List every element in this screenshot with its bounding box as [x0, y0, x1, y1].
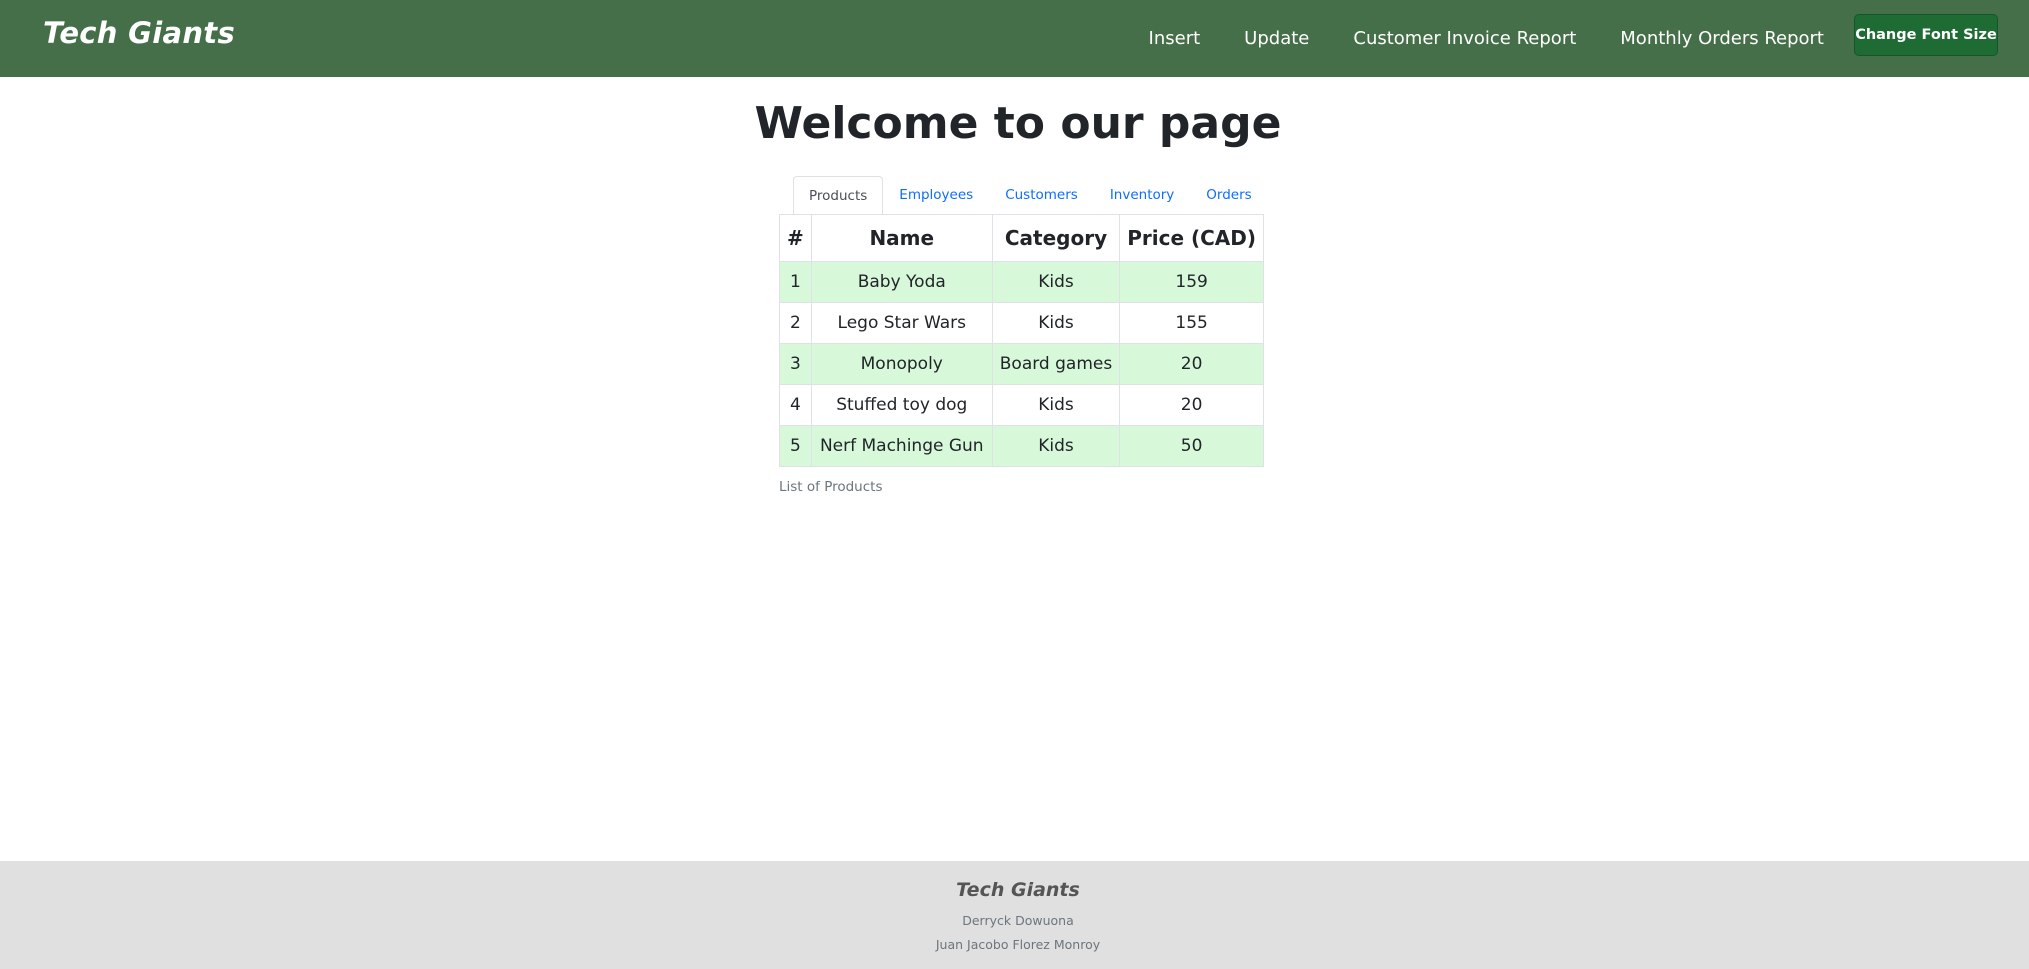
table-row: 5 Nerf Machinge Gun Kids 50 [779, 425, 1265, 467]
table-row: 3 Monopoly Board games 20 [779, 343, 1265, 385]
cell-price: 159 [1119, 261, 1265, 303]
footer-author: Juan Jacobo Florez Monroy [935, 937, 1101, 952]
column-header-number: # [779, 214, 812, 262]
column-header-category: Category [991, 214, 1121, 262]
cell-number: 4 [779, 384, 812, 426]
nav-link-customer-invoice-report[interactable]: Customer Invoice Report [1331, 28, 1598, 49]
nav-link-update[interactable]: Update [1222, 28, 1331, 49]
nav-link-insert[interactable]: Insert [1127, 28, 1223, 49]
navbar: Tech Giants Insert Update Customer Invoi… [0, 0, 2029, 77]
nav-links: Insert Update Customer Invoice Report Mo… [1127, 0, 1846, 77]
cell-name: Baby Yoda [810, 261, 993, 303]
change-font-size-button[interactable]: Change Font Size [1854, 14, 1998, 56]
footer-brand: Tech Giants [956, 879, 1080, 901]
cell-category: Kids [991, 384, 1121, 426]
cell-name: Monopoly [810, 343, 993, 385]
cell-name: Lego Star Wars [810, 302, 993, 344]
table-row: 4 Stuffed toy dog Kids 20 [779, 384, 1265, 426]
page-title: Welcome to our page [754, 98, 1282, 149]
cell-category: Board games [991, 343, 1121, 385]
table-row: 1 Baby Yoda Kids 159 [779, 261, 1265, 303]
cell-category: Kids [991, 261, 1121, 303]
cell-category: Kids [991, 302, 1121, 344]
cell-price: 20 [1119, 343, 1265, 385]
cell-name: Nerf Machinge Gun [810, 425, 993, 467]
cell-number: 2 [779, 302, 812, 344]
table-row: 2 Lego Star Wars Kids 155 [779, 302, 1265, 344]
cell-name: Stuffed toy dog [810, 384, 993, 426]
tab-inventory[interactable]: Inventory [1094, 176, 1190, 213]
tab-bar: Products Employees Customers Inventory O… [793, 176, 1268, 214]
cell-price: 155 [1119, 302, 1265, 344]
tab-employees[interactable]: Employees [883, 176, 989, 213]
cell-number: 5 [779, 425, 812, 467]
tab-orders[interactable]: Orders [1190, 176, 1267, 213]
nav-link-monthly-orders-report[interactable]: Monthly Orders Report [1598, 28, 1846, 49]
table-header-row: # Name Category Price (CAD) [779, 214, 1265, 262]
brand-logo[interactable]: Tech Giants [43, 16, 235, 50]
tab-products[interactable]: Products [793, 176, 884, 214]
cell-category: Kids [991, 425, 1121, 467]
products-table: # Name Category Price (CAD) 1 Baby Yoda … [779, 214, 1265, 467]
cell-number: 3 [779, 343, 812, 385]
cell-number: 1 [779, 261, 812, 303]
footer-author: Derryck Dowuona [962, 913, 1074, 928]
footer: Tech Giants Derryck Dowuona Juan Jacobo … [0, 861, 2029, 969]
column-header-name: Name [810, 214, 993, 262]
cell-price: 50 [1119, 425, 1265, 467]
column-header-price: Price (CAD) [1119, 214, 1265, 262]
tab-customers[interactable]: Customers [989, 176, 1094, 213]
table-caption: List of Products [779, 479, 883, 495]
cell-price: 20 [1119, 384, 1265, 426]
